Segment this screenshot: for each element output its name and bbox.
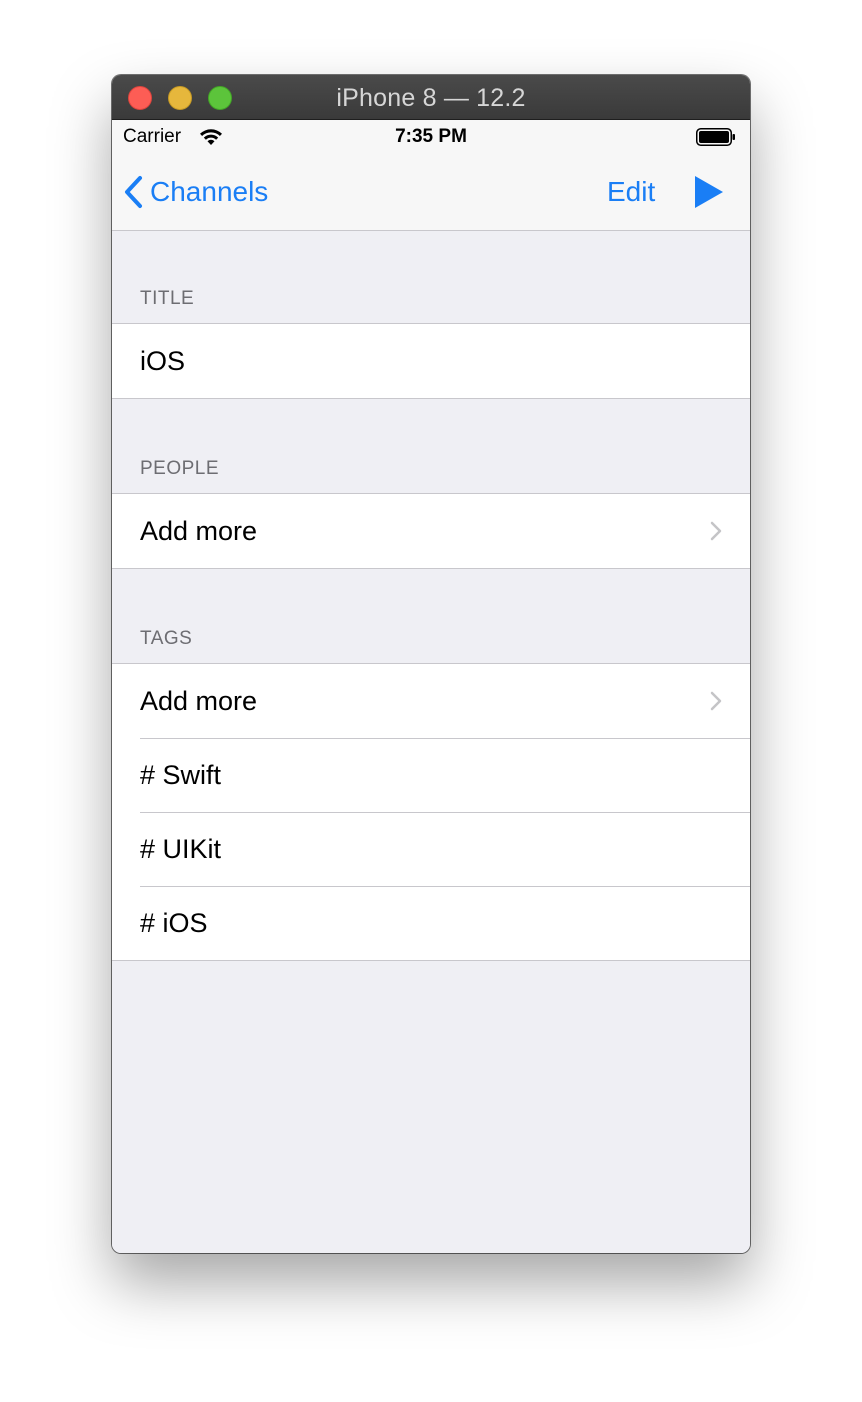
- tags-add-more-label: Add more: [140, 685, 258, 716]
- people-group: Add more: [112, 493, 750, 569]
- chevron-left-icon: [125, 176, 142, 208]
- simulator-window: iPhone 8 — 12.2 Carrier 7:35 PM Channels…: [112, 75, 750, 1253]
- tag-label: # Swift: [140, 759, 222, 790]
- device-screen: Carrier 7:35 PM Channels Edit TITLE iOS …: [112, 120, 750, 1253]
- section-header-people: PEOPLE: [140, 458, 220, 479]
- navigation-bar: Channels Edit: [112, 154, 750, 231]
- tag-label: # iOS: [140, 907, 208, 938]
- people-add-more-label: Add more: [140, 515, 258, 546]
- tag-cell[interactable]: # UIKit: [112, 812, 750, 886]
- status-time: 7:35 PM: [395, 126, 467, 147]
- tag-cell[interactable]: # iOS: [112, 886, 750, 960]
- tag-cell[interactable]: # Swift: [112, 738, 750, 812]
- window-title: iPhone 8 — 12.2: [336, 84, 526, 112]
- window-titlebar[interactable]: iPhone 8 — 12.2: [112, 75, 750, 120]
- tags-group: Add more # Swift # UIKit # iOS: [112, 663, 750, 961]
- chevron-right-icon: [710, 691, 722, 711]
- chevron-right-icon: [710, 521, 722, 541]
- title-group: iOS: [112, 323, 750, 399]
- section-header-title: TITLE: [140, 288, 195, 309]
- title-cell[interactable]: iOS: [112, 324, 750, 398]
- status-bar: Carrier 7:35 PM: [112, 120, 750, 154]
- tag-label: # UIKit: [140, 833, 222, 864]
- battery-icon: [696, 128, 735, 146]
- back-button[interactable]: Channels: [124, 172, 268, 212]
- edit-button[interactable]: Edit: [607, 176, 655, 208]
- back-button-label: Channels: [150, 176, 269, 207]
- play-icon[interactable]: [692, 175, 726, 209]
- people-add-more-cell[interactable]: Add more: [112, 494, 750, 568]
- tags-add-more-cell[interactable]: Add more: [112, 664, 750, 738]
- title-value: iOS: [140, 345, 186, 376]
- section-header-tags: TAGS: [140, 628, 193, 649]
